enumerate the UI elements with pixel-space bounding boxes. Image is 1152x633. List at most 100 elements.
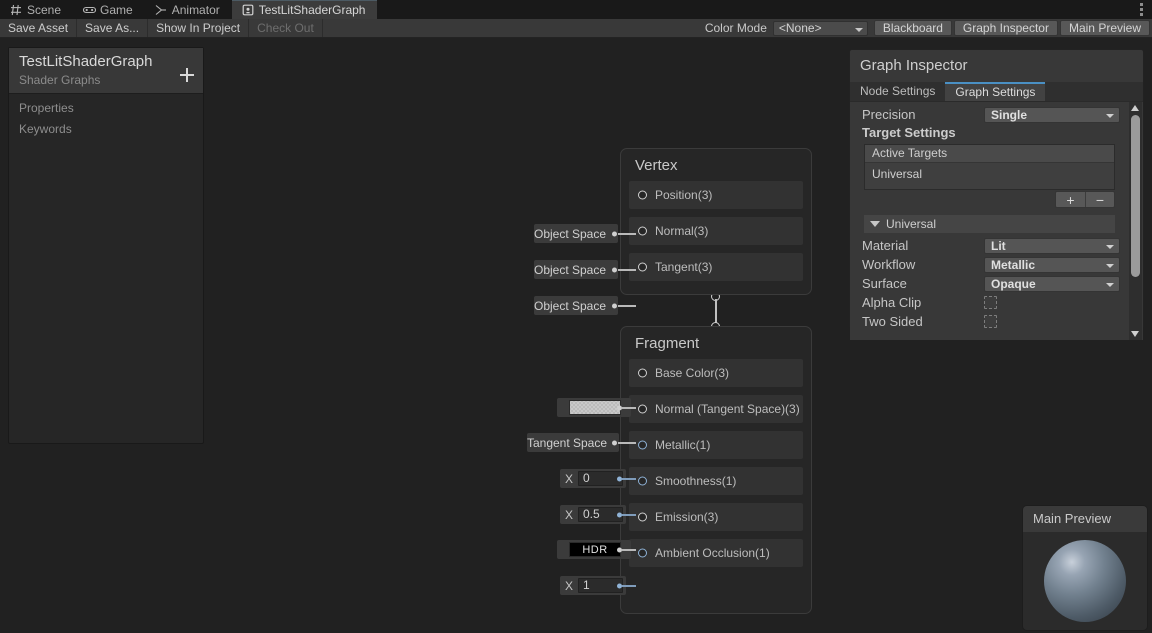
workflow-dropdown[interactable]: Metallic	[984, 256, 1120, 273]
vertex-node-rows: Position(3) Normal(3) Tangent(3)	[621, 181, 811, 303]
slot-normal[interactable]: Normal(3)	[629, 217, 803, 245]
port-icon[interactable]	[638, 190, 647, 200]
fragment-node[interactable]: Fragment Base Color(3) Normal (Tangent S…	[620, 326, 812, 614]
tab-label: TestLitShaderGraph	[258, 3, 366, 17]
tab-animator[interactable]: Animator	[145, 0, 232, 19]
universal-section-label: Universal	[886, 217, 937, 231]
two-sided-checkbox[interactable]	[984, 315, 997, 328]
port-icon[interactable]	[638, 548, 647, 558]
row-two-sided: Two Sided	[850, 312, 1143, 331]
main-preview-title: Main Preview	[1023, 506, 1147, 532]
slot-ambient-occlusion[interactable]: Ambient Occlusion(1)	[629, 539, 803, 567]
row-surface: Surface Opaque	[850, 274, 1143, 293]
slot-emission[interactable]: Emission(3)	[629, 503, 803, 531]
blackboard-add-icon[interactable]	[180, 68, 194, 82]
slot-smoothness[interactable]: Smoothness(1)	[629, 467, 803, 495]
add-target-button[interactable]: +	[1056, 192, 1085, 207]
scroll-up-arrow-icon[interactable]	[1131, 105, 1139, 111]
material-value: Lit	[991, 238, 1006, 253]
main-preview-toggle-button[interactable]: Main Preview	[1059, 20, 1150, 36]
surface-label: Surface	[862, 276, 907, 291]
show-in-project-button[interactable]: Show In Project	[148, 19, 250, 37]
slot-label: Ambient Occlusion(1)	[655, 546, 770, 560]
graph-inspector-panel: Graph Inspector Node Settings Graph Sett…	[849, 49, 1144, 340]
tab-node-settings[interactable]: Node Settings	[850, 82, 945, 101]
edge-stub	[618, 232, 636, 235]
slot-normal-tangent-space[interactable]: Normal (Tangent Space)(3)	[629, 395, 803, 423]
scrollbar-thumb[interactable]	[1131, 115, 1140, 277]
blackboard-section-keywords[interactable]: Keywords	[9, 119, 203, 140]
scroll-down-arrow-icon[interactable]	[1131, 331, 1139, 337]
inspector-scrollbar[interactable]	[1129, 102, 1142, 340]
blackboard-section-properties[interactable]: Properties	[9, 98, 203, 119]
alpha-clip-checkbox[interactable]	[984, 296, 997, 309]
fragment-node-rows: Base Color(3) Normal (Tangent Space)(3) …	[621, 359, 811, 589]
inspector-body: Precision Single Target Settings Active …	[850, 102, 1143, 340]
control-tangent-space[interactable]: Object Space	[534, 296, 618, 315]
blackboard-header: TestLitShaderGraph Shader Graphs	[9, 48, 203, 94]
port-icon[interactable]	[638, 440, 647, 450]
control-value: Object Space	[533, 262, 607, 277]
inspector-title: Graph Inspector	[860, 57, 968, 74]
slot-metallic[interactable]: Metallic(1)	[629, 431, 803, 459]
blackboard-toggle-button[interactable]: Blackboard	[873, 20, 952, 36]
tab-graph-settings[interactable]: Graph Settings	[945, 82, 1046, 101]
port-icon[interactable]	[638, 368, 647, 378]
edge-stub	[622, 548, 636, 551]
axis-label: X	[564, 471, 573, 486]
tab-game[interactable]: Game	[73, 0, 145, 19]
window-tab-bar: Scene Game Animator TestLitShaderGraph	[0, 0, 1152, 19]
control-normal-space-tangent[interactable]: Tangent Space	[527, 433, 619, 452]
slot-position[interactable]: Position(3)	[629, 181, 803, 209]
surface-value: Opaque	[991, 276, 1036, 291]
tab-label: Game	[100, 2, 133, 17]
kebab-menu-icon[interactable]	[1130, 0, 1152, 19]
active-target-item[interactable]: Universal	[865, 163, 1114, 183]
control-value: Object Space	[533, 298, 607, 313]
slot-tangent[interactable]: Tangent(3)	[629, 253, 803, 281]
vertex-node[interactable]: Vertex Position(3) Normal(3) Tangent(3)	[620, 148, 812, 295]
material-dropdown[interactable]: Lit	[984, 237, 1120, 254]
target-settings-heading: Target Settings	[862, 125, 956, 140]
port-icon[interactable]	[638, 226, 647, 236]
color-mode-value: <None>	[778, 20, 822, 35]
save-as-button[interactable]: Save As...	[77, 19, 149, 37]
hdr-color-swatch[interactable]: HDR	[569, 542, 621, 557]
row-precision: Precision Single	[850, 105, 1143, 124]
tab-testlitshadergraph[interactable]: TestLitShaderGraph	[231, 0, 378, 19]
port-icon[interactable]	[638, 404, 647, 414]
control-position-space[interactable]: Object Space	[534, 224, 618, 243]
color-swatch[interactable]	[569, 400, 621, 415]
graph-inspector-toggle-button[interactable]: Graph Inspector	[953, 20, 1058, 36]
triangle-down-icon	[870, 221, 880, 227]
slot-base-color[interactable]: Base Color(3)	[629, 359, 803, 387]
universal-section-header[interactable]: Universal	[864, 215, 1115, 233]
remove-target-button[interactable]: −	[1085, 192, 1114, 207]
slot-label: Normal (Tangent Space)(3)	[655, 402, 800, 416]
control-value: Tangent Space	[526, 435, 608, 450]
save-asset-button[interactable]: Save Asset	[0, 19, 78, 37]
main-preview-viewport[interactable]	[1023, 532, 1147, 630]
edge-dot	[612, 231, 617, 236]
preview-sphere[interactable]	[1044, 540, 1126, 622]
graph-canvas[interactable]: TestLitShaderGraph Shader Graphs Propert…	[0, 39, 1152, 633]
port-icon[interactable]	[638, 476, 647, 486]
color-mode-dropdown[interactable]: <None>	[772, 20, 868, 36]
workflow-label: Workflow	[862, 257, 916, 272]
target-add-remove-bar: + −	[864, 190, 1115, 209]
edge-stub	[618, 268, 636, 271]
tab-scene[interactable]: Scene	[0, 0, 73, 19]
grid-icon	[10, 4, 22, 16]
active-targets-list[interactable]: Active Targets Universal	[864, 144, 1115, 190]
port-icon[interactable]	[638, 512, 647, 522]
workflow-value: Metallic	[991, 257, 1036, 272]
two-sided-label: Two Sided	[862, 314, 923, 329]
blackboard-list: Properties Keywords	[9, 94, 203, 140]
tab-label: Animator	[171, 2, 220, 17]
control-normal-space[interactable]: Object Space	[534, 260, 618, 279]
active-targets-header: Active Targets	[865, 145, 1114, 163]
port-icon[interactable]	[638, 262, 647, 272]
alpha-clip-label: Alpha Clip	[862, 295, 922, 310]
surface-dropdown[interactable]: Opaque	[984, 275, 1120, 292]
precision-dropdown[interactable]: Single	[984, 106, 1120, 123]
